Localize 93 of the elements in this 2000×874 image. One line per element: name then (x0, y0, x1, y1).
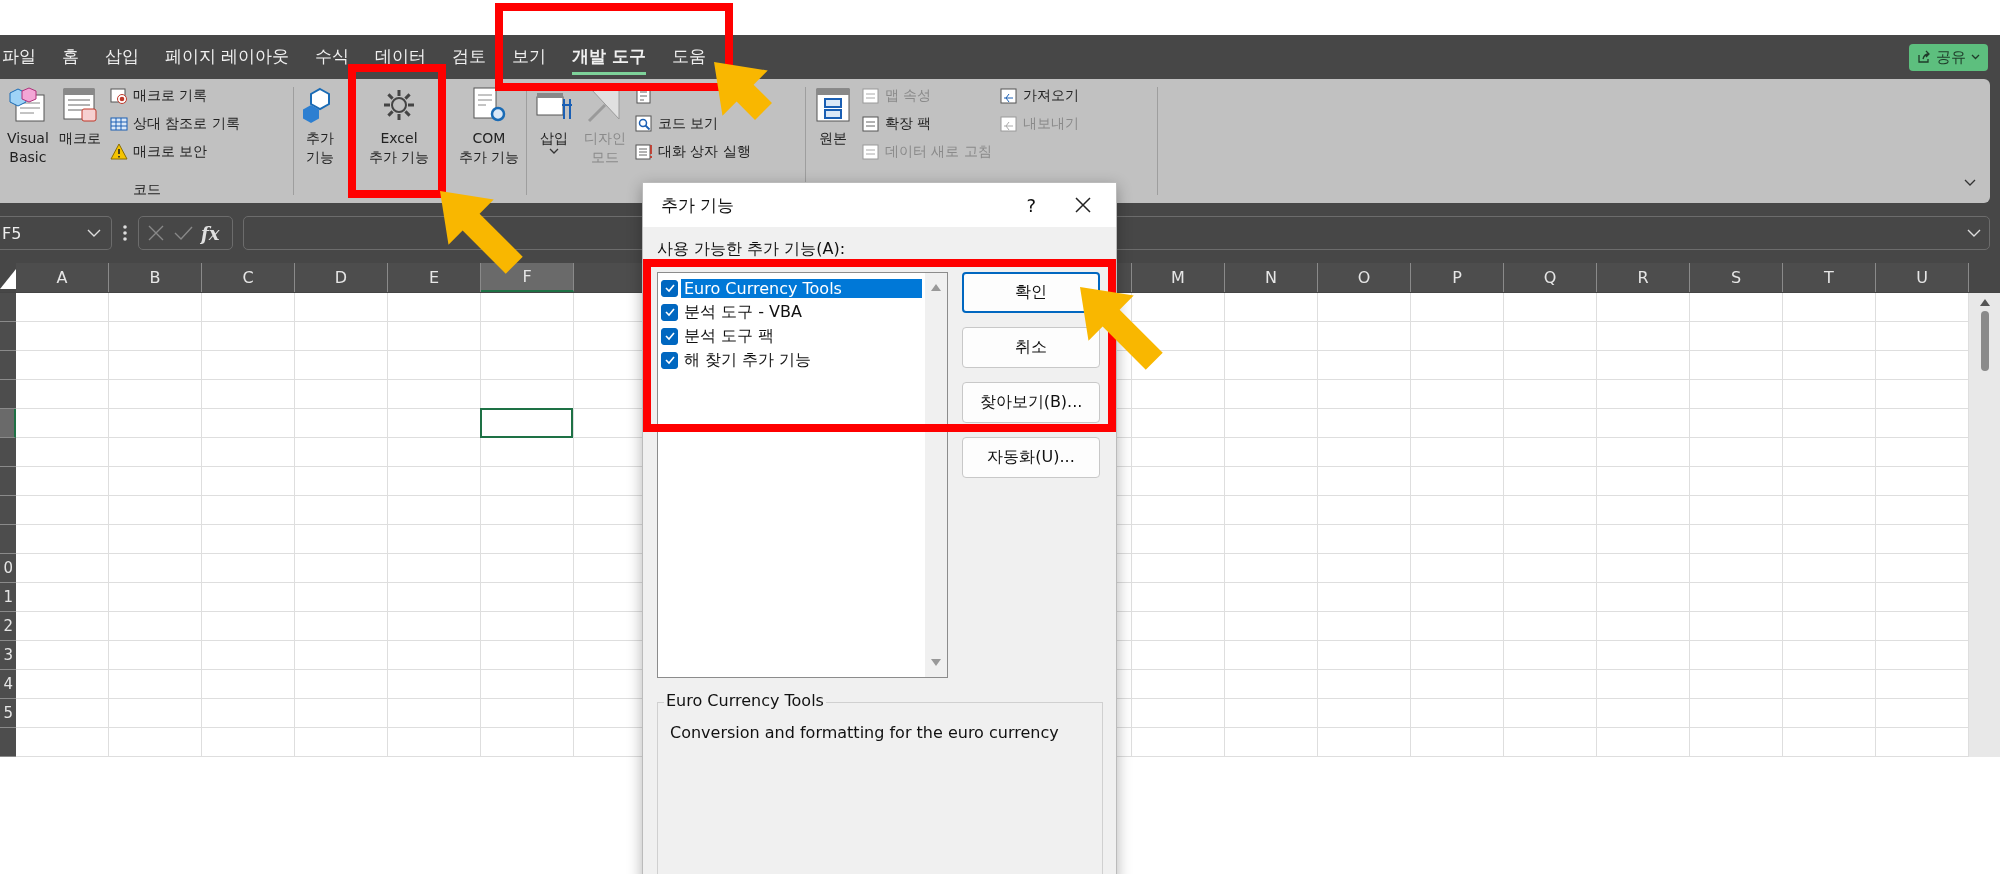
share-button[interactable]: 공유 (1909, 43, 1988, 71)
scrollbar-thumb[interactable] (1980, 311, 1989, 371)
menu-tab[interactable]: 보기 (512, 39, 547, 75)
checkbox[interactable] (661, 279, 678, 297)
column-header[interactable]: U (1876, 263, 1969, 292)
ribbon-command[interactable]: 상대 참조로 기록 (107, 113, 242, 135)
xml-page-icon (999, 87, 1018, 105)
checkmark-icon (663, 354, 676, 366)
scroll-up-icon[interactable] (1978, 297, 1991, 307)
menu-tab[interactable]: 페이지 레이아웃 (165, 39, 290, 75)
add-in-button[interactable]: Excel 추가 기능 (366, 83, 432, 181)
vertical-scrollbar[interactable] (1969, 293, 2000, 757)
pointer-arrow (714, 62, 772, 120)
column-header[interactable]: N (1225, 263, 1318, 292)
menu-tab[interactable]: 수식 (315, 39, 350, 75)
add-in-item[interactable]: 분석 도구 팩 (681, 325, 778, 347)
ribbon-command[interactable]: 대화 상자 실행 (633, 141, 753, 163)
column-header[interactable]: E (388, 263, 481, 292)
panel-icon (813, 85, 853, 125)
record-icon (109, 87, 128, 105)
menu-tab[interactable]: 도움 (672, 39, 707, 75)
chevron-down-icon (1967, 228, 1981, 238)
column-header[interactable]: S (1690, 263, 1783, 292)
name-box[interactable]: F5 (0, 216, 112, 250)
checkbox[interactable] (661, 303, 678, 321)
menu-tab[interactable]: 개발 도구 (572, 39, 647, 75)
caret-icon (1971, 54, 1980, 60)
checkmark-icon (663, 306, 676, 318)
scroll-down-icon[interactable] (931, 659, 941, 667)
menu-tab[interactable]: 홈 (62, 39, 79, 75)
ribbon-command[interactable]: 매크로 보안 (107, 141, 242, 163)
checkbox[interactable] (661, 351, 678, 369)
menu-tab[interactable]: 삽입 (105, 39, 139, 75)
column-header[interactable]: A (16, 263, 109, 292)
ribbon-command[interactable]: 매크로 기록 (107, 85, 242, 107)
magnifier-page-icon (635, 115, 653, 133)
column-header[interactable]: B (109, 263, 202, 292)
column-header[interactable]: O (1318, 263, 1411, 292)
dialog-button[interactable]: 취소 (962, 327, 1100, 368)
dialog-button[interactable]: 찾아보기(B)... (962, 382, 1100, 423)
chevron-down-icon[interactable] (1964, 179, 1976, 187)
dialog-button[interactable]: 확인 (962, 272, 1100, 313)
ribbon-command[interactable]: 코드 보기 (633, 113, 753, 135)
xml-page-icon (862, 143, 880, 161)
group-label: 코드 (131, 181, 162, 199)
insert-control-button[interactable]: 삽입 (531, 83, 577, 201)
xml-page-icon (999, 115, 1018, 133)
add-ins-list[interactable]: Euro Currency Tools 분석 도구 - VBA 분석 도구 팩 해 찾기 추가 기능 (657, 272, 948, 678)
selected-cell[interactable] (480, 408, 573, 438)
dialog-button[interactable]: 자동화(U)... (962, 437, 1100, 478)
column-header[interactable]: D (295, 263, 388, 292)
row-header[interactable] (0, 409, 16, 438)
checkbox[interactable] (661, 327, 678, 345)
warning-icon (109, 143, 128, 161)
macros-button[interactable]: 매크로 (55, 83, 104, 181)
add-in-item[interactable]: Euro Currency Tools (681, 278, 922, 298)
dialog-title: 추가 기능 (661, 193, 735, 217)
chevron-down-icon (87, 228, 101, 238)
share-icon (1917, 50, 1931, 64)
checkmark-icon (663, 330, 676, 342)
insert-function-button[interactable]: fx (201, 222, 220, 244)
grid-icon (109, 115, 128, 133)
add-in-button[interactable]: 추가 기능 (298, 83, 342, 181)
ribbon-command[interactable]: 확장 팩 (860, 113, 994, 135)
list-scrollbar[interactable] (925, 273, 947, 677)
xml-page-icon (862, 87, 880, 105)
add-in-item[interactable]: 분석 도구 - VBA (681, 301, 805, 323)
more-icon[interactable] (122, 224, 128, 242)
column-header[interactable]: R (1597, 263, 1690, 292)
menu-tab[interactable]: 검토 (452, 39, 487, 75)
caret-icon (549, 147, 559, 155)
ribbon-command[interactable]: 가져오기 (997, 85, 1081, 107)
xml-page-icon (862, 115, 880, 133)
column-header[interactable]: T (1783, 263, 1876, 292)
list-label: 사용 가능한 추가 기능(A): (657, 239, 847, 260)
column-header[interactable]: P (1411, 263, 1504, 292)
add-in-item[interactable]: 해 찾기 추가 기능 (681, 349, 815, 371)
close-icon[interactable] (1074, 196, 1092, 214)
column-header[interactable]: Q (1504, 263, 1597, 292)
help-button[interactable]: ? (1026, 194, 1036, 216)
menu-tab[interactable]: 데이터 (375, 39, 427, 75)
visual-basic-button[interactable]: Visual Basic (4, 83, 52, 181)
column-header[interactable]: F (481, 263, 574, 292)
dialog-icon (635, 143, 653, 161)
cubes-icon (7, 85, 48, 125)
menu-tab[interactable]: 파일 (2, 39, 36, 75)
details-title: Euro Currency Tools (664, 691, 826, 710)
checkmark-icon (663, 282, 676, 294)
column-header[interactable]: C (202, 263, 295, 292)
add-in-button[interactable]: COM 추가 기능 (456, 83, 522, 181)
details-description: Conversion and formatting for the euro currency (670, 723, 1060, 742)
column-header[interactable]: M (1132, 263, 1225, 292)
check-icon[interactable] (173, 224, 193, 242)
